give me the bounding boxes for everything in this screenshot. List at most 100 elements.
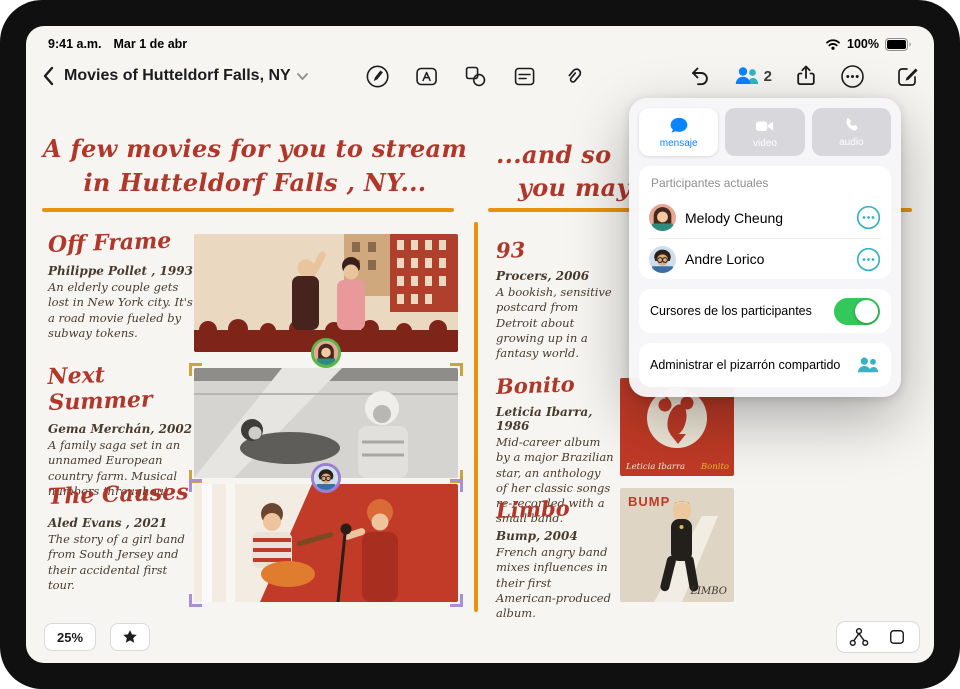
album-title: Limbo: [496, 494, 613, 523]
album-description: French angry band mixes influences in th…: [496, 545, 612, 621]
avatar: [649, 246, 676, 273]
participant-more-button[interactable]: [856, 247, 881, 272]
movie-entry-off-frame[interactable]: Off Frame Philippe Pollet , 1993 An elde…: [48, 232, 196, 341]
selection-handle[interactable]: [450, 363, 463, 376]
collaborator-count: 2: [764, 68, 772, 85]
concert-scene-illustration: [194, 484, 458, 602]
share-button[interactable]: [794, 64, 818, 88]
album-art-artist-text: Leticia Ibarra: [626, 462, 685, 472]
collaboration-people-icon: [734, 65, 760, 87]
participant-row-melody[interactable]: Melody Cheung: [649, 197, 881, 238]
board-heading-left-line2[interactable]: in Hutteldorf Falls , NY...: [40, 168, 470, 197]
new-board-button[interactable]: [895, 64, 920, 89]
media-attach-tool-button[interactable]: [561, 64, 586, 89]
chevron-down-icon: [297, 73, 308, 80]
status-time: 9:41 a.m.: [48, 37, 102, 51]
album-art-band-text: BUMP: [628, 494, 670, 509]
album-entry-limbo[interactable]: Limbo Bump, 2004 French angry band mixes…: [496, 498, 612, 621]
selection-handle[interactable]: [450, 594, 463, 607]
board-heading-right-line1[interactable]: ...and so: [496, 140, 611, 169]
markup-tool-button[interactable]: [365, 64, 390, 89]
andre-avatar-icon: [649, 246, 676, 273]
movie-still-the-causes[interactable]: [194, 484, 458, 602]
ipad-device: A few movies for you to stream in Huttel…: [0, 0, 960, 689]
shapes-tool-button[interactable]: [463, 64, 488, 89]
selection-handle[interactable]: [189, 594, 202, 607]
paperclip-icon: [561, 64, 586, 89]
collaboration-button[interactable]: 2: [734, 65, 772, 87]
movie-title: Next Summer: [47, 359, 197, 416]
zoom-level-button[interactable]: 25%: [44, 623, 96, 651]
phone-icon: [842, 116, 861, 135]
participant-cursors-label: Cursores de los participantes: [650, 304, 826, 318]
screen: A few movies for you to stream in Huttel…: [26, 26, 934, 663]
divider-line-vertical[interactable]: [474, 222, 478, 612]
movie-description: An elderly couple gets lost in New York …: [48, 280, 196, 341]
chat-bubble-icon: [669, 116, 689, 136]
board-heading-left-line1[interactable]: A few movies for you to stream: [40, 134, 470, 163]
square-outline-icon: [887, 627, 907, 647]
album-art-limbo[interactable]: BUMP LIMBO: [620, 488, 734, 602]
sticky-note-tool-button[interactable]: [512, 64, 537, 89]
participant-name: Melody Cheung: [685, 210, 847, 226]
share-icon: [794, 64, 818, 88]
pen-marker-icon: [365, 64, 390, 89]
movie-description: The story of a girl band from South Jers…: [48, 532, 196, 593]
wifi-icon: [825, 38, 841, 50]
participant-row-andre[interactable]: Andre Lorico: [649, 238, 881, 279]
shapes-icon: [463, 64, 488, 89]
board-title-button[interactable]: Movies of Hutteldorf Falls, NY: [64, 67, 308, 85]
tab-message-label: mensaje: [660, 138, 698, 149]
manage-shared-board-label: Administrar el pizarrón compartido: [650, 358, 848, 372]
selection-handle[interactable]: [450, 479, 463, 492]
connect-lines-button[interactable]: [841, 623, 877, 651]
video-camera-icon: [754, 116, 775, 136]
select-frame-button[interactable]: [879, 623, 915, 651]
tab-video-label: video: [753, 138, 777, 149]
toolbar: Movies of Hutteldorf Falls, NY: [26, 52, 934, 100]
participant-cursor-andre: [311, 463, 341, 493]
album-title: 93: [496, 234, 615, 263]
selection-handle[interactable]: [189, 363, 202, 376]
movie-entry-the-causes[interactable]: The Causes Aled Evans , 2021 The story o…: [48, 484, 196, 593]
star-icon: [121, 628, 139, 646]
participant-cursors-toggle[interactable]: [834, 298, 880, 325]
board-heading-right-line2[interactable]: you may: [518, 173, 631, 202]
chevron-left-icon: [42, 66, 54, 86]
movie-still-next-summer[interactable]: [194, 368, 458, 478]
undo-button[interactable]: [688, 64, 712, 88]
board-title: Movies of Hutteldorf Falls, NY: [64, 67, 291, 85]
movie-byline: Philippe Pollet , 1993: [48, 264, 196, 278]
avatar: [649, 204, 676, 231]
favorite-button[interactable]: [110, 623, 150, 651]
manage-shared-board-row[interactable]: Administrar el pizarrón compartido: [639, 343, 891, 387]
zoom-level: 25%: [57, 630, 83, 645]
tab-audio-label: audio: [839, 137, 863, 148]
more-options-button[interactable]: [840, 64, 865, 89]
tab-video[interactable]: video: [725, 108, 804, 156]
participant-more-button[interactable]: [856, 205, 881, 230]
selection-handle[interactable]: [189, 479, 202, 492]
album-title: Bonito: [496, 370, 615, 399]
participants-header: Participantes actuales: [649, 174, 881, 197]
participant-cursor-melody: [311, 338, 341, 368]
back-button[interactable]: [42, 66, 54, 86]
battery-percent: 100%: [847, 37, 879, 51]
melody-avatar-icon: [649, 204, 676, 231]
movie-still-off-frame[interactable]: [194, 234, 458, 352]
movie-byline: Gema Merchán, 2002: [48, 422, 196, 436]
divider-line-left[interactable]: [42, 208, 454, 212]
movie-title: Off Frame: [48, 227, 197, 258]
tab-message[interactable]: mensaje: [639, 108, 718, 156]
status-date: Mar 1 de abr: [114, 37, 188, 51]
album-art-title-text: LIMBO: [690, 586, 727, 597]
tab-audio[interactable]: audio: [812, 108, 891, 156]
text-box-tool-button[interactable]: [414, 64, 439, 89]
movie-byline: Aled Evans , 2021: [48, 516, 196, 530]
train-scene-illustration: [194, 368, 458, 478]
album-entry-93[interactable]: 93 Procers, 2006 A bookish, sensitive po…: [496, 238, 614, 361]
album-byline: Leticia Ibarra, 1986: [496, 405, 614, 433]
battery-icon: [885, 38, 912, 51]
melody-avatar-icon: [314, 341, 338, 365]
city-scene-illustration: [194, 234, 458, 352]
